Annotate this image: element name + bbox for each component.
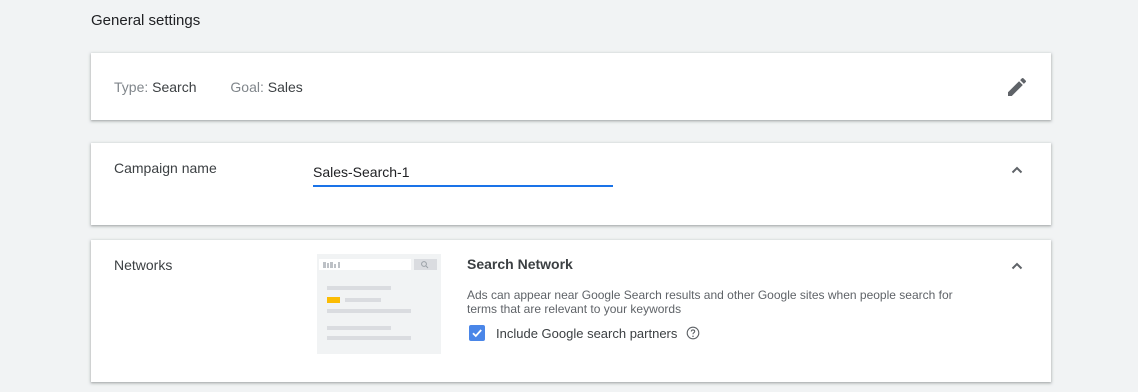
type-goal-summary: Type: Search Goal: Sales xyxy=(114,79,303,95)
chevron-up-icon xyxy=(1011,262,1023,270)
type-label: Type: xyxy=(114,79,149,95)
edit-button[interactable] xyxy=(1005,75,1029,99)
type-value: Search xyxy=(152,79,197,95)
search-partners-option[interactable]: Include Google search partners xyxy=(469,325,700,341)
section-title: General settings xyxy=(91,12,201,29)
networks-label: Networks xyxy=(114,257,173,273)
search-partners-checkbox[interactable] xyxy=(469,325,485,341)
help-circle-icon[interactable] xyxy=(686,326,700,340)
networks-collapse-button[interactable] xyxy=(1007,256,1027,276)
search-network-title: Search Network xyxy=(467,256,573,272)
search-network-description: Ads can appear near Google Search result… xyxy=(467,288,953,316)
goal-value: Sales xyxy=(267,79,303,95)
campaign-name-collapse-button[interactable] xyxy=(1007,160,1027,180)
campaign-name-input[interactable] xyxy=(313,159,613,187)
edit-pencil-icon xyxy=(1008,77,1027,96)
campaign-name-label: Campaign name xyxy=(114,160,217,176)
goal-label: Goal: xyxy=(230,79,264,95)
search-network-illustration xyxy=(317,254,441,354)
networks-card: Networks Search Network Ads can appear n… xyxy=(91,240,1051,382)
campaign-name-card: Campaign name xyxy=(91,143,1051,225)
type-goal-card: Type: Search Goal: Sales xyxy=(91,53,1051,120)
search-partners-label: Include Google search partners xyxy=(496,325,678,341)
chevron-up-icon xyxy=(1011,166,1023,174)
checkmark-icon xyxy=(472,329,482,338)
